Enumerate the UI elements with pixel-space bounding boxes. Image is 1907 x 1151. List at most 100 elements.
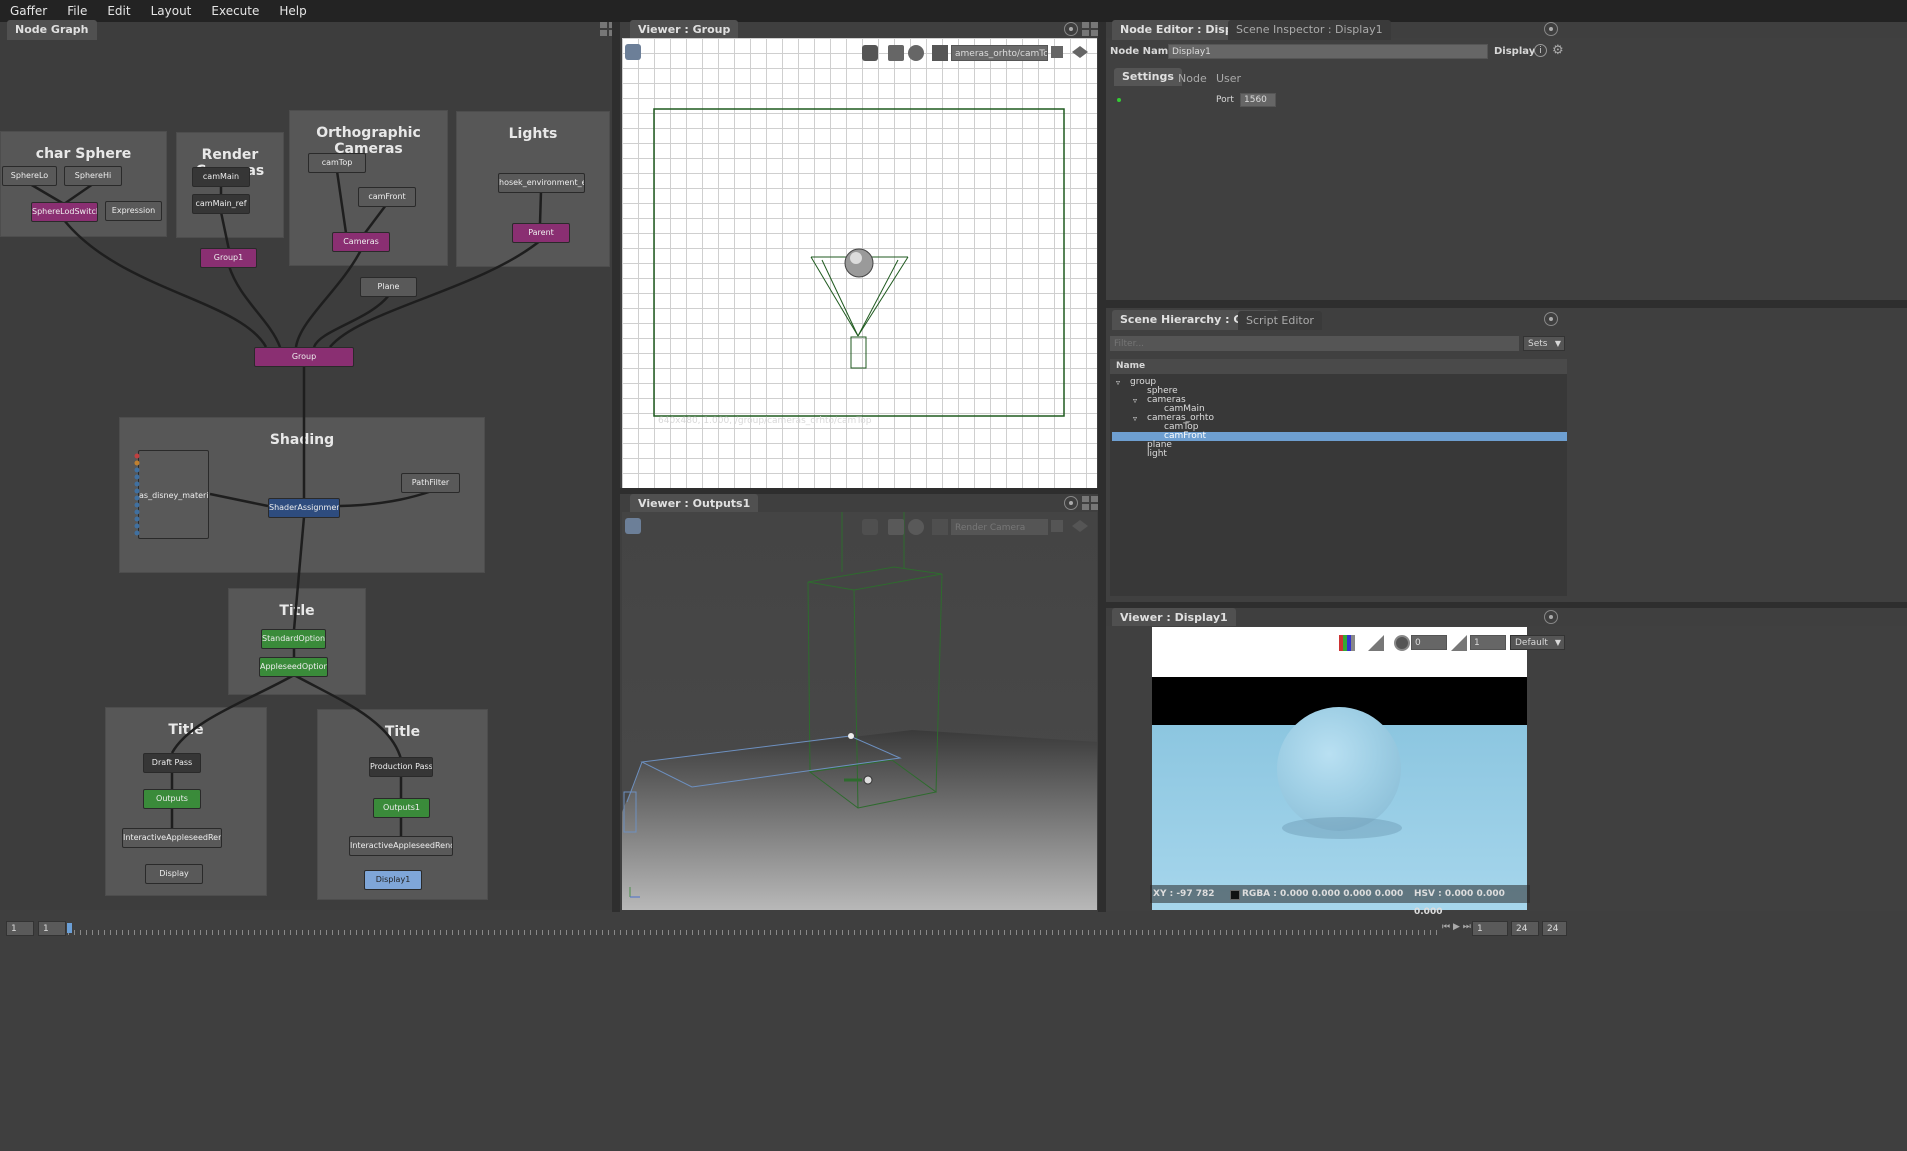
- playback-controls-icon[interactable]: ⏮ ▶ ⏭: [1442, 922, 1471, 932]
- gamma-field[interactable]: [1470, 635, 1506, 650]
- connection: [227, 265, 282, 348]
- filter-input[interactable]: [1110, 336, 1519, 351]
- node-expression[interactable]: Expression: [105, 201, 162, 221]
- tree-row[interactable]: camFront: [1112, 432, 1567, 441]
- tab-viewer-group[interactable]: Viewer : Group: [630, 20, 739, 40]
- pixel-status-bar: XY : -97 782 RGBA : 0.000 0.000 0.000 0.…: [1150, 885, 1530, 917]
- connection: [335, 170, 348, 234]
- layout-grid-icon[interactable]: [1082, 496, 1098, 510]
- folder-icon[interactable]: [1051, 520, 1063, 532]
- node-interactive-appleseed-render[interactable]: InteractiveAppleseedRender: [122, 828, 222, 848]
- shading-mode-icon[interactable]: [862, 45, 878, 61]
- viewer-options-icon[interactable]: [1544, 610, 1558, 624]
- node-parent[interactable]: Parent: [512, 223, 570, 243]
- node-standard-options[interactable]: StandardOptions: [261, 629, 326, 649]
- timeline-bar: [0, 914, 1907, 1151]
- playhead-handle[interactable]: [67, 923, 72, 933]
- tab-scene-inspector[interactable]: Scene Inspector : Display1: [1228, 20, 1391, 40]
- column-header-name[interactable]: Name: [1110, 359, 1567, 374]
- node-interactive-appleseed-render1[interactable]: InteractiveAppleseedRender1: [349, 836, 453, 856]
- viewer-options-icon[interactable]: [1064, 22, 1078, 36]
- panel-options-icon[interactable]: [1544, 312, 1558, 326]
- aperture-icon[interactable]: [1394, 635, 1410, 651]
- frame-slider[interactable]: [68, 922, 1438, 936]
- tab-user[interactable]: User: [1208, 70, 1249, 87]
- sphere-icon[interactable]: [908, 519, 924, 535]
- cube-icon[interactable]: [888, 519, 904, 535]
- node-cam-top[interactable]: camTop: [308, 153, 366, 173]
- tree-row[interactable]: plane: [1112, 441, 1567, 450]
- node-plane[interactable]: Plane: [360, 277, 417, 297]
- viewer-options-icon[interactable]: [1064, 496, 1078, 510]
- sphere-shadow: [1282, 817, 1402, 839]
- node-cam-main[interactable]: camMain: [192, 167, 250, 187]
- gear-icon[interactable]: ⚙: [1552, 43, 1564, 58]
- camera-path-field[interactable]: ameras_orhto/camTop: [951, 45, 1048, 61]
- start-frame-field[interactable]: 1: [6, 921, 34, 936]
- cube-icon[interactable]: [888, 45, 904, 61]
- rendered-image: [1152, 627, 1527, 910]
- chevron-down-icon: ▼: [1554, 638, 1561, 647]
- sphere-render: [1277, 707, 1401, 831]
- node-as-disney-material[interactable]: as_disney_material: [138, 450, 209, 539]
- node-cam-front[interactable]: camFront: [358, 187, 416, 207]
- connection: [538, 190, 543, 225]
- node-group[interactable]: Group: [254, 347, 354, 367]
- tree-expander-icon[interactable]: ▿: [1133, 414, 1137, 423]
- camera-icon[interactable]: [625, 518, 641, 534]
- tab-viewer-outputs1[interactable]: Viewer : Outputs1: [630, 494, 759, 514]
- current-start-field[interactable]: 1: [38, 921, 66, 936]
- tree-expander-icon[interactable]: ▿: [1133, 396, 1137, 405]
- end-frame-field[interactable]: 24: [1511, 921, 1539, 936]
- node-display1[interactable]: Display1: [364, 870, 422, 890]
- node-path-filter[interactable]: PathFilter: [401, 473, 460, 493]
- node-display[interactable]: Display: [145, 864, 203, 884]
- exposure-field[interactable]: [1411, 635, 1447, 650]
- node-group1[interactable]: Group1: [200, 248, 257, 268]
- end-max-frame-field[interactable]: 24: [1542, 921, 1567, 936]
- node-sphere-lo[interactable]: SphereLo: [2, 166, 57, 186]
- shading-mode-icon[interactable]: [862, 519, 878, 535]
- node-outputs[interactable]: Outputs: [143, 789, 201, 809]
- node-name-field[interactable]: [1168, 44, 1488, 59]
- port-field[interactable]: [1240, 93, 1276, 107]
- node-shader-assignment[interactable]: ShaderAssignment: [268, 498, 340, 518]
- splitter[interactable]: [1106, 300, 1907, 308]
- current-frame-field[interactable]: 1: [1472, 921, 1508, 936]
- info-icon[interactable]: i: [1534, 44, 1547, 57]
- chevron-down-icon: ▼: [1554, 339, 1561, 348]
- display-transform-dropdown[interactable]: Default ▼: [1510, 635, 1565, 650]
- inspector-icon[interactable]: [932, 519, 948, 535]
- splitter[interactable]: [612, 22, 620, 912]
- viewport-overlay-text: 640x480, 1.000, /group/cameras_orhto/cam…: [658, 416, 872, 426]
- node-production-pass[interactable]: Production Pass: [369, 757, 433, 777]
- layout-grid-icon[interactable]: [1082, 22, 1098, 36]
- sets-dropdown[interactable]: Sets ▼: [1523, 336, 1565, 351]
- rgba-readout: RGBA : 0.000 0.000 0.000 0.000: [1242, 889, 1404, 899]
- camera-icon[interactable]: [625, 44, 641, 60]
- sphere-icon[interactable]: [908, 45, 924, 61]
- tree-row[interactable]: ▿ group: [1112, 378, 1567, 388]
- node-draft-pass[interactable]: Draft Pass: [143, 753, 201, 773]
- node-outputs1[interactable]: Outputs1: [373, 798, 430, 818]
- node-cameras[interactable]: Cameras: [332, 232, 390, 252]
- sets-label: Sets: [1528, 339, 1548, 349]
- tab-script-editor[interactable]: Script Editor: [1238, 311, 1322, 331]
- tree-row[interactable]: light: [1112, 450, 1567, 459]
- connection: [209, 492, 269, 508]
- tab-viewer-display1[interactable]: Viewer : Display1: [1112, 608, 1236, 628]
- folder-icon[interactable]: [1051, 46, 1063, 58]
- node-sphere-hi[interactable]: SphereHi: [64, 166, 122, 186]
- splitter[interactable]: [1098, 22, 1106, 912]
- tree-expander-icon[interactable]: ▿: [1116, 378, 1120, 387]
- channels-icon[interactable]: [1339, 635, 1355, 651]
- node-appleseed-options[interactable]: AppleseedOptions: [259, 657, 328, 677]
- node-cam-main-ref[interactable]: camMain_ref: [192, 194, 250, 214]
- node-hosek-environment-edf[interactable]: hosek_environment_edf: [498, 173, 585, 193]
- panel-options-icon[interactable]: [1544, 22, 1558, 36]
- connection: [292, 516, 306, 631]
- inspector-icon[interactable]: [932, 45, 948, 61]
- column-header-label: Name: [1116, 361, 1146, 371]
- render-camera-field[interactable]: Render Camera: [951, 519, 1048, 535]
- node-sphere-lod-switch[interactable]: SphereLodSwitch: [31, 202, 98, 222]
